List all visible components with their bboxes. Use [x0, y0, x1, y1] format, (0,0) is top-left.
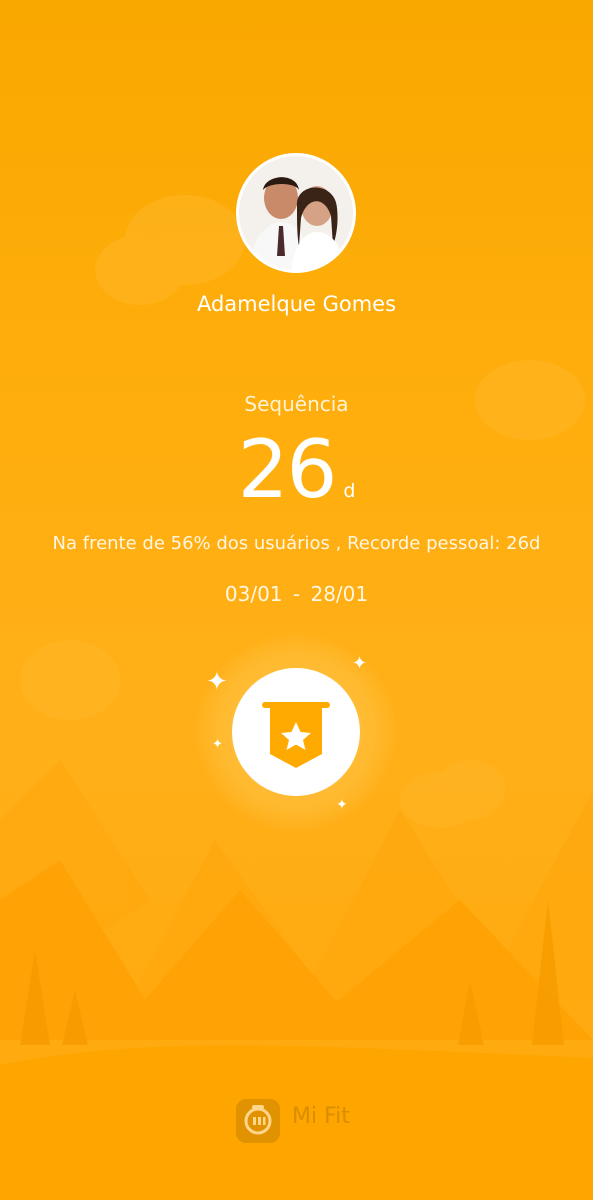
- sparkle-icon: ✦: [206, 667, 228, 697]
- sparkle-icon: ✦: [212, 737, 223, 752]
- streak-comparison-text: Na frente de 56% dos usuários , Recorde …: [52, 533, 541, 554]
- user-avatar[interactable]: [236, 153, 356, 273]
- streak-value: 26: [237, 423, 338, 516]
- streak-badge[interactable]: [232, 668, 360, 796]
- streak-unit: d: [343, 480, 356, 502]
- mi-logo-icon: [236, 1099, 280, 1143]
- date-separator: -: [292, 582, 301, 606]
- streak-label: Sequência: [244, 392, 349, 416]
- date-range: 03/01 - 28/01: [0, 582, 593, 606]
- sparkle-icon: ✦: [336, 797, 348, 813]
- streak-value-group: 26 d: [0, 420, 593, 520]
- star-banner-icon: [262, 702, 330, 768]
- date-start: 03/01: [224, 582, 283, 606]
- avatar-photo: [239, 156, 353, 270]
- mi-logo-glyph: [244, 1105, 272, 1135]
- user-name: Adamelque Gomes: [196, 292, 397, 316]
- date-end: 28/01: [310, 582, 369, 606]
- app-name: Mi Fit: [292, 1104, 350, 1129]
